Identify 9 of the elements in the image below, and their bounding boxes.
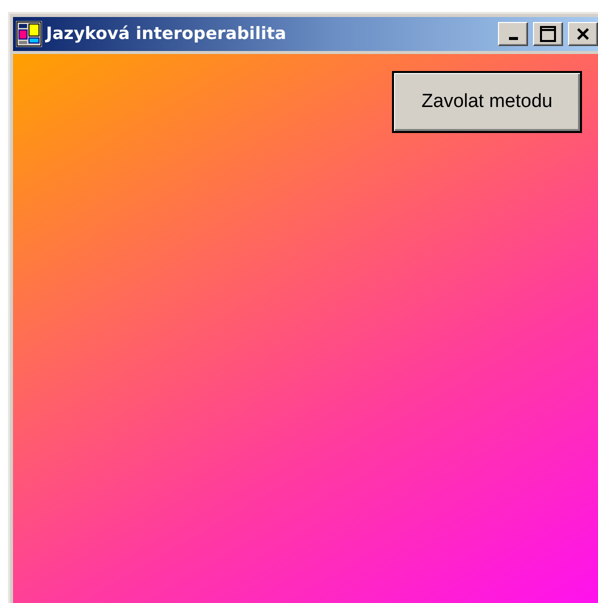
- close-icon: [576, 27, 590, 41]
- call-method-button[interactable]: Zavolat metodu: [392, 71, 582, 133]
- maximize-icon: [540, 26, 556, 42]
- minimize-button[interactable]: [498, 22, 528, 46]
- minimize-icon: [508, 37, 518, 40]
- app-icon: [16, 21, 42, 47]
- maximize-button[interactable]: [533, 22, 563, 46]
- close-button[interactable]: [568, 22, 598, 46]
- window-title: Jazyková interoperabilita: [46, 24, 288, 44]
